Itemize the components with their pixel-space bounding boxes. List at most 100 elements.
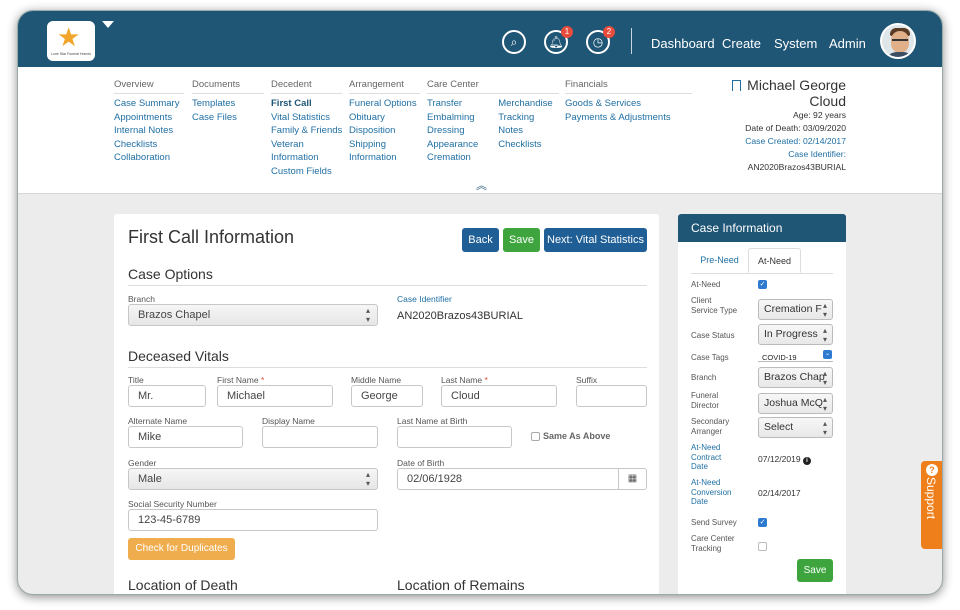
ssn-field[interactable]: 123-45-6789 [128, 509, 378, 531]
case-identifier-label[interactable]: Case Identifier [397, 294, 452, 304]
subnav-link-custom-fields[interactable]: Custom Fields [271, 165, 342, 179]
back-button[interactable]: Back [462, 228, 499, 252]
nav-admin[interactable]: Admin [829, 36, 866, 51]
location-of-remains-heading: Location of Remains [397, 577, 525, 593]
subnav-link-templates[interactable]: Templates [192, 97, 264, 111]
tab-at-need[interactable]: At-Need [748, 248, 801, 273]
subnav-link-transfer[interactable]: Transfer [427, 97, 478, 111]
subnav-link-notes[interactable]: Notes [498, 124, 552, 138]
deceased-vitals-heading: Deceased Vitals [128, 348, 647, 368]
at-need-checkbox[interactable]: ✓ [758, 280, 767, 289]
search-icon[interactable]: ⌕ [502, 30, 526, 54]
case-information-title: Case Information [678, 214, 846, 242]
select-arrows-icon: ▴ ▾ [822, 369, 827, 387]
calendar-icon[interactable]: ▦ [618, 469, 646, 489]
subnav-link-case-summary[interactable]: Case Summary [114, 97, 184, 111]
suffix-field[interactable] [576, 385, 647, 407]
subnav-link-appearance[interactable]: Appearance [427, 138, 478, 152]
client-date-of-death: Date of Death: 03/09/2020 [745, 123, 846, 133]
funeral-director-select[interactable]: Joshua McQ ▴ ▾ [758, 393, 833, 414]
first-name-field[interactable]: Michael [217, 385, 333, 407]
last-name-field[interactable]: Cloud [441, 385, 557, 407]
send-survey-checkbox[interactable]: ✓ [758, 518, 767, 527]
display-name-field[interactable] [262, 426, 378, 448]
alternate-name-field[interactable]: Mike [128, 426, 243, 448]
client-case-identifier: AN2020Brazos43BURIAL [747, 162, 846, 172]
company-logo[interactable]: ★ Lone Star Funeral Homes [47, 21, 95, 61]
client-service-type-label: Client Service Type [691, 296, 738, 315]
subnav-link-embalming[interactable]: Embalming [427, 111, 478, 125]
client-service-type-select[interactable]: Cremation F ▴ ▾ [758, 299, 833, 320]
tab-pre-need[interactable]: Pre-Need [691, 248, 748, 273]
middle-name-field[interactable]: George [351, 385, 423, 407]
gender-select[interactable]: Male ▴ ▾ [128, 468, 378, 490]
subnav-overview: Overview Case Summary Appointments Inter… [114, 79, 184, 165]
title-field[interactable]: Mr. [128, 385, 206, 407]
subnav-link-obituary[interactable]: Obituary [349, 111, 420, 125]
subnav-link-arrangement-information[interactable]: Information [349, 151, 420, 165]
secondary-arranger-select[interactable]: Select ▴ ▾ [758, 417, 833, 438]
collapse-chevron-icon[interactable]: ︽ [476, 177, 487, 193]
branch-label: Branch [691, 373, 717, 382]
subnav-arrangement: Arrangement Funeral Options Obituary Dis… [349, 79, 420, 165]
logo-dropdown-icon[interactable] [102, 21, 114, 28]
date-of-birth-field[interactable]: 02/06/1928 ▦ [397, 468, 647, 490]
support-label: Support [924, 477, 938, 520]
case-information-panel: Case Information Pre-Need At-Need At-Nee… [678, 214, 846, 594]
info-icon[interactable]: i [802, 457, 811, 465]
subnav-link-merchandise[interactable]: Merchandise [498, 97, 552, 111]
case-status-select[interactable]: In Progress ▴ ▾ [758, 324, 833, 345]
save-button[interactable]: Save [503, 228, 540, 252]
select-arrows-icon: ▴ ▾ [822, 419, 827, 437]
chevron-down-icon[interactable]: ⌄ [823, 350, 832, 359]
case-options-heading: Case Options [128, 266, 647, 286]
location-of-death-heading: Location of Death [128, 577, 238, 593]
subnav-link-decedent-information[interactable]: Information [271, 151, 342, 165]
clock-icon[interactable]: ◷ 2 [586, 26, 615, 54]
same-as-above-checkbox[interactable] [531, 432, 540, 441]
subnav-link-case-files[interactable]: Case Files [192, 111, 264, 125]
subnav-link-family-friends[interactable]: Family & Friends [271, 124, 342, 138]
last-name-at-birth-label: Last Name at Birth [397, 416, 468, 426]
subnav-link-tracking[interactable]: Tracking [498, 111, 552, 125]
nav-dashboard[interactable]: Dashboard [651, 36, 715, 51]
last-name-at-birth-field[interactable] [397, 426, 512, 448]
subnav-link-collaboration[interactable]: Collaboration [114, 151, 184, 165]
at-need-contract-date-label[interactable]: At-Need Contract Date [691, 443, 739, 472]
support-tab[interactable]: ? Support [921, 461, 942, 549]
subnav-link-cremation[interactable]: Cremation [427, 151, 478, 165]
care-center-tracking-label: Care Center Tracking [691, 534, 735, 553]
logo-text: Lone Star Funeral Homes [50, 52, 92, 56]
branch-select[interactable]: Brazos Chapel ▴ ▾ [128, 304, 378, 326]
subnav-link-veteran[interactable]: Veteran [271, 138, 342, 152]
subnav-link-dressing[interactable]: Dressing [427, 124, 478, 138]
subnav-link-vital-statistics[interactable]: Vital Statistics [271, 111, 342, 125]
nav-system[interactable]: System [774, 36, 817, 51]
subnav-link-checklists[interactable]: Checklists [498, 138, 552, 152]
branch-select[interactable]: Brazos Chap ▴ ▾ [758, 367, 833, 388]
suffix-label: Suffix [576, 375, 598, 385]
subnav-link-checklists[interactable]: Checklists [114, 138, 184, 152]
subnav-link-first-call[interactable]: First Call [271, 97, 342, 111]
bell-icon[interactable]: 🔔︎ 1 [544, 26, 573, 54]
check-duplicates-button[interactable]: Check for Duplicates [128, 538, 235, 560]
subnav-link-disposition[interactable]: Disposition [349, 124, 420, 138]
case-info-save-button[interactable]: Save [797, 559, 833, 582]
client-case-created[interactable]: Case Created: 02/14/2017 [646, 135, 846, 148]
bookmark-icon[interactable] [732, 80, 742, 91]
subnav-link-shipping[interactable]: Shipping [349, 138, 420, 152]
case-tags-field[interactable]: COVID-19 ⌄ [758, 349, 833, 362]
last-name-label: Last Name * [441, 375, 488, 385]
case-subnav: Overview Case Summary Appointments Inter… [18, 67, 942, 194]
care-center-tracking-checkbox[interactable] [758, 542, 767, 551]
client-case-identifier-label[interactable]: Case Identifier: [646, 148, 846, 161]
send-survey-label: Send Survey [691, 518, 737, 527]
next-vital-statistics-button[interactable]: Next: Vital Statistics [544, 228, 647, 252]
subnav-link-internal-notes[interactable]: Internal Notes [114, 124, 184, 138]
subnav-link-appointments[interactable]: Appointments [114, 111, 184, 125]
subnav-link-funeral-options[interactable]: Funeral Options [349, 97, 420, 111]
at-need-conversion-date-label[interactable]: At-Need Conversion Date [691, 478, 739, 507]
user-avatar[interactable] [880, 23, 916, 59]
subnav-header: Care Center [427, 79, 559, 94]
nav-create[interactable]: Create [722, 36, 761, 51]
